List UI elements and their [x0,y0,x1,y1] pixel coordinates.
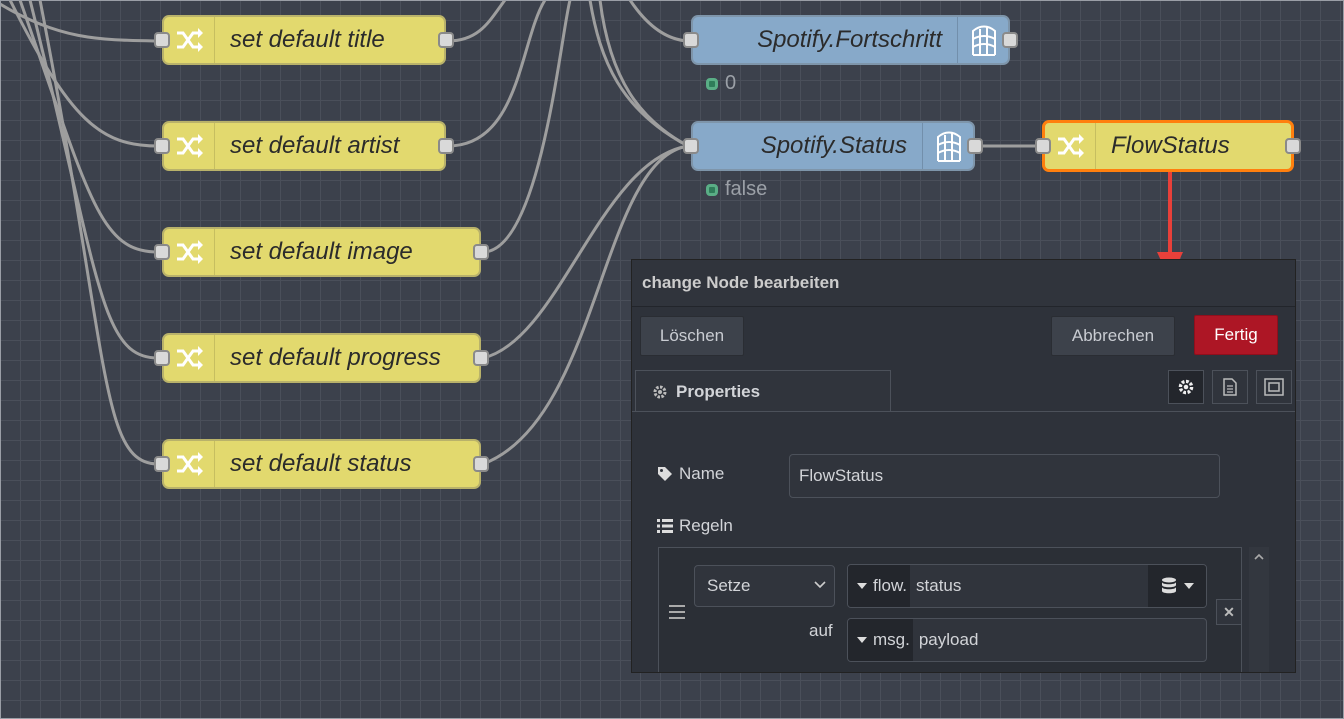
status-dot [706,77,718,90]
input-port[interactable] [683,138,699,154]
shuffle-icon [164,123,215,169]
rules-label: Regeln [657,516,733,536]
output-port[interactable] [473,244,489,260]
iobroker-icon [957,17,1008,63]
name-label: Name [657,464,724,484]
iobroker-node-spotify-status[interactable]: Spotify.Status [683,121,983,171]
edit-panel: change Node bearbeiten Löschen Abbrechen… [631,259,1296,673]
input-port[interactable] [683,32,699,48]
output-port[interactable] [438,32,454,48]
change-node-flowstatus[interactable]: FlowStatus [1035,120,1301,172]
change-node-set-default-artist[interactable]: set default artist [154,121,454,171]
status-text: false [725,178,768,200]
output-port[interactable] [1285,138,1301,154]
caret-down-icon [857,637,867,643]
source-type-selector[interactable]: msg. [848,619,913,661]
source-value: payload [918,630,979,649]
change-node-set-default-progress[interactable]: set default progress [154,333,489,383]
node-label: set default image [230,238,413,265]
node-label: Spotify.Status [760,132,907,159]
appearance-tab-button[interactable] [1256,370,1292,404]
output-port[interactable] [473,456,489,472]
rule-action-select[interactable]: Setze [694,565,835,607]
settings-tab-button[interactable] [1168,370,1204,404]
output-port[interactable] [967,138,983,154]
close-icon: ✕ [1223,603,1235,620]
caret-down-icon [1183,583,1194,589]
delete-button[interactable]: Löschen [640,316,744,356]
caret-down-icon [857,583,867,589]
name-input[interactable]: FlowStatus [789,454,1220,498]
list-icon [657,519,673,533]
frame-icon [1264,378,1284,396]
node-label: set default artist [230,132,400,159]
node-label: Spotify.Fortschritt [757,26,942,53]
node-label: set default status [230,450,412,477]
delete-rule-button[interactable]: ✕ [1216,599,1242,625]
node-status-status: false [706,178,767,201]
gear-icon [653,385,667,398]
output-port[interactable] [473,350,489,366]
shuffle-icon [164,17,215,63]
shuffle-icon [164,229,215,275]
rules-list: Setze flow. status auf msg. payload ✕ [658,547,1242,672]
change-node-set-default-title[interactable]: set default title [154,15,454,65]
gear-icon [1178,379,1194,395]
scroll-up-icon[interactable] [1249,547,1269,567]
panel-title: change Node bearbeiten [632,260,1295,307]
target-type-selector[interactable]: flow. [848,565,911,607]
shuffle-icon [1045,123,1096,169]
node-label: set default title [230,26,385,53]
tab-divider [632,411,1295,412]
output-port[interactable] [1002,32,1018,48]
iobroker-icon [922,123,973,169]
rules-scrollbar[interactable] [1249,547,1269,672]
output-port[interactable] [438,138,454,154]
rule-target-field[interactable]: flow. status [847,564,1207,608]
done-button[interactable]: Fertig [1194,315,1278,355]
change-node-set-default-image[interactable]: set default image [154,227,489,277]
shuffle-icon [164,335,215,381]
rule-source-field[interactable]: msg. payload [847,618,1207,662]
target-value: status [916,576,962,595]
tab-properties[interactable]: Properties [635,370,891,412]
to-label: auf [809,621,833,640]
cancel-button[interactable]: Abbrechen [1051,316,1175,356]
node-label: set default progress [230,344,441,371]
drag-handle[interactable] [669,605,685,619]
database-icon [1161,577,1176,594]
tab-label: Properties [676,381,761,401]
chevron-down-icon [814,577,826,597]
tag-icon [658,467,672,481]
node-label: FlowStatus [1111,132,1230,159]
context-store-selector[interactable] [1148,565,1206,607]
iobroker-node-spotify-fortschritt[interactable]: Spotify.Fortschritt [683,15,1018,65]
document-icon [1223,378,1237,396]
status-dot [706,183,718,196]
status-text: 0 [725,72,737,94]
shuffle-icon [164,441,215,487]
node-status-fortschritt: 0 [706,72,736,95]
description-tab-button[interactable] [1212,370,1248,404]
change-node-set-default-status[interactable]: set default status [154,439,489,489]
